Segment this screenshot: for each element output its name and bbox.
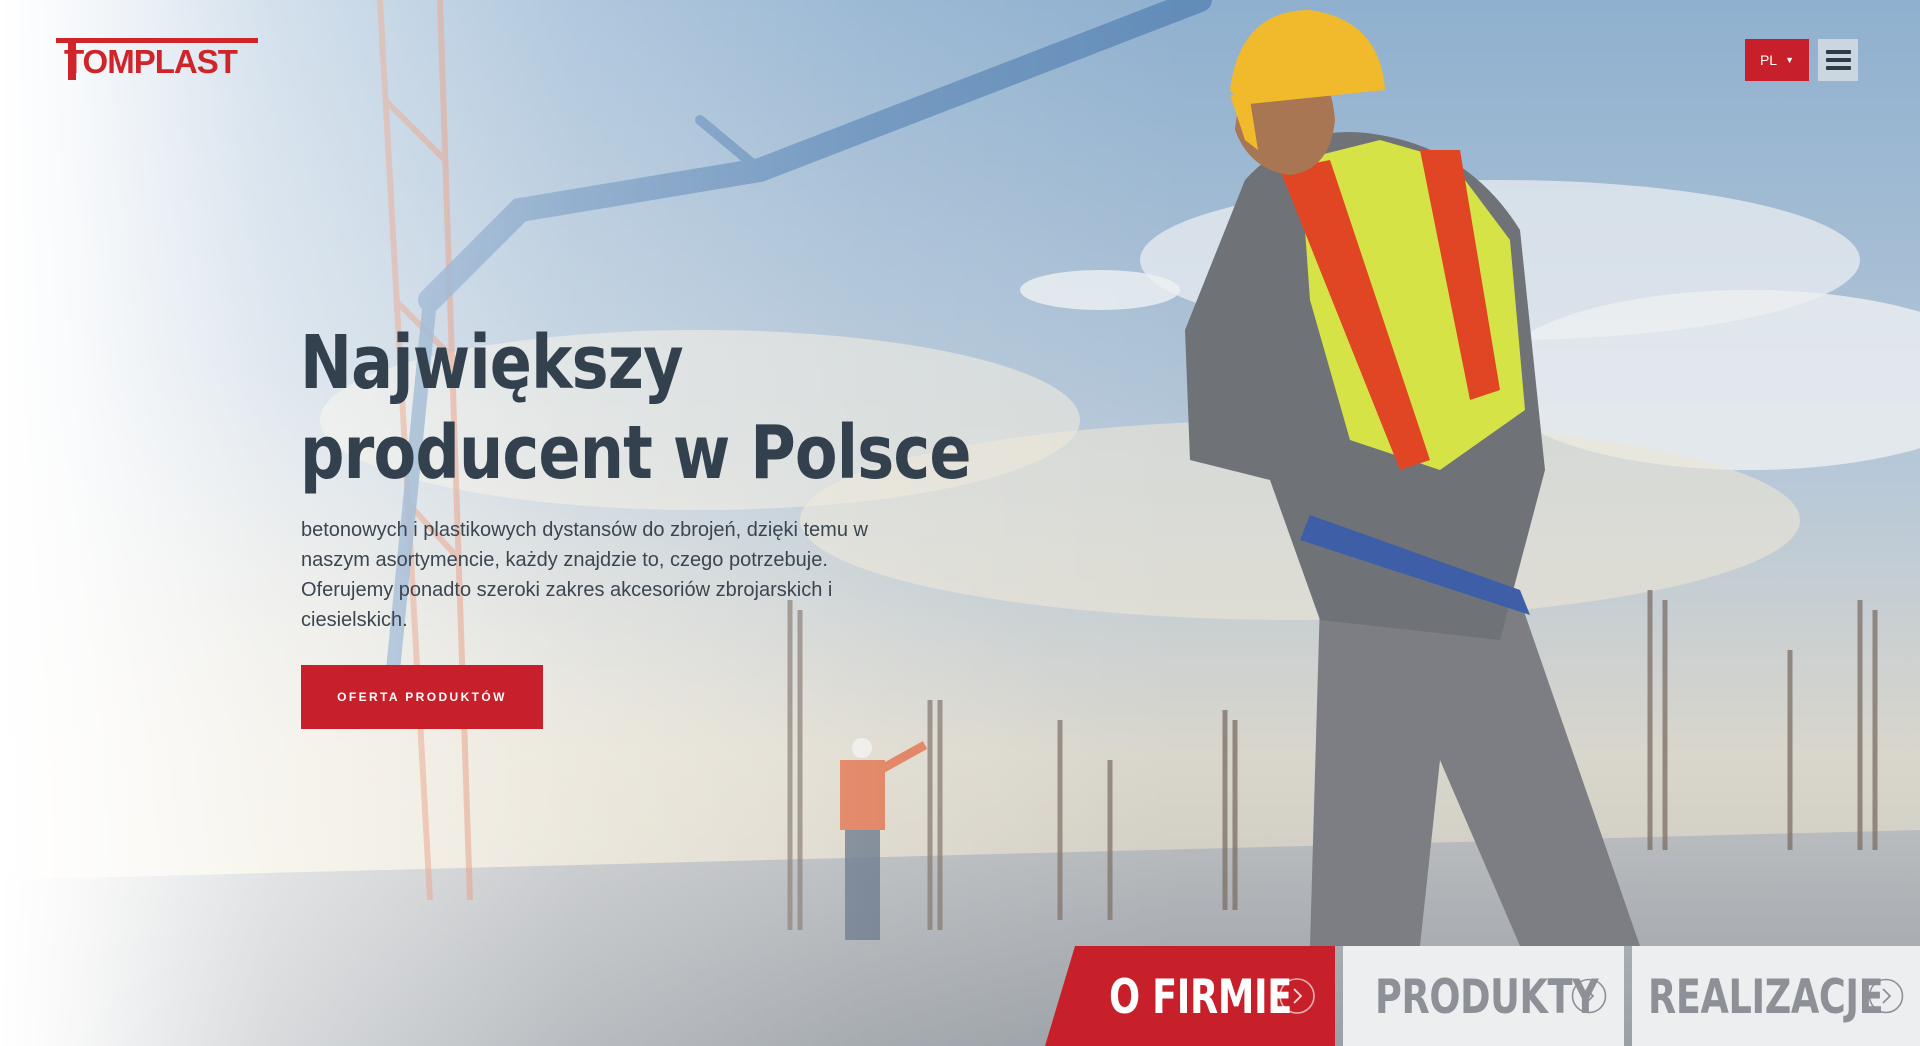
tab-realizations[interactable]: REALIZACJE (1632, 946, 1920, 1046)
tab-about-company[interactable]: O FIRMIE (1045, 946, 1335, 1046)
language-label: PL (1759, 52, 1778, 68)
headline-line-2: producent w Polsce (300, 410, 972, 496)
hamburger-icon-bar (1825, 66, 1851, 70)
hero-white-fade (0, 0, 1920, 1046)
chevron-right-icon (1868, 978, 1904, 1014)
product-offer-button[interactable]: OFERTA PRODUKTÓW (301, 665, 543, 729)
tab-products-label: PRODUKTY (1375, 970, 1599, 1025)
hero-headline: Największy producent w Polsce (300, 318, 972, 498)
hamburger-icon-bar (1825, 50, 1851, 54)
language-selector[interactable]: PL ▼ (1745, 39, 1809, 81)
logo-wordmark: TOMPLAST (64, 43, 238, 80)
hero-background (0, 0, 1920, 1046)
tab-products[interactable]: PRODUKTY (1343, 946, 1624, 1046)
chevron-right-icon (1571, 978, 1607, 1014)
tomplast-logo[interactable]: TOMPLAST (56, 38, 258, 80)
menu-button[interactable] (1818, 39, 1858, 81)
caret-down-icon: ▼ (1785, 55, 1795, 65)
tab-about-company-label: O FIRMIE (1109, 970, 1292, 1025)
tab-realizations-label: REALIZACJE (1648, 970, 1884, 1025)
hamburger-icon-bar (1825, 58, 1851, 62)
headline-line-1: Największy (300, 320, 684, 406)
hero-lead-text: betonowych i plastikowych dystansów do z… (301, 519, 868, 631)
